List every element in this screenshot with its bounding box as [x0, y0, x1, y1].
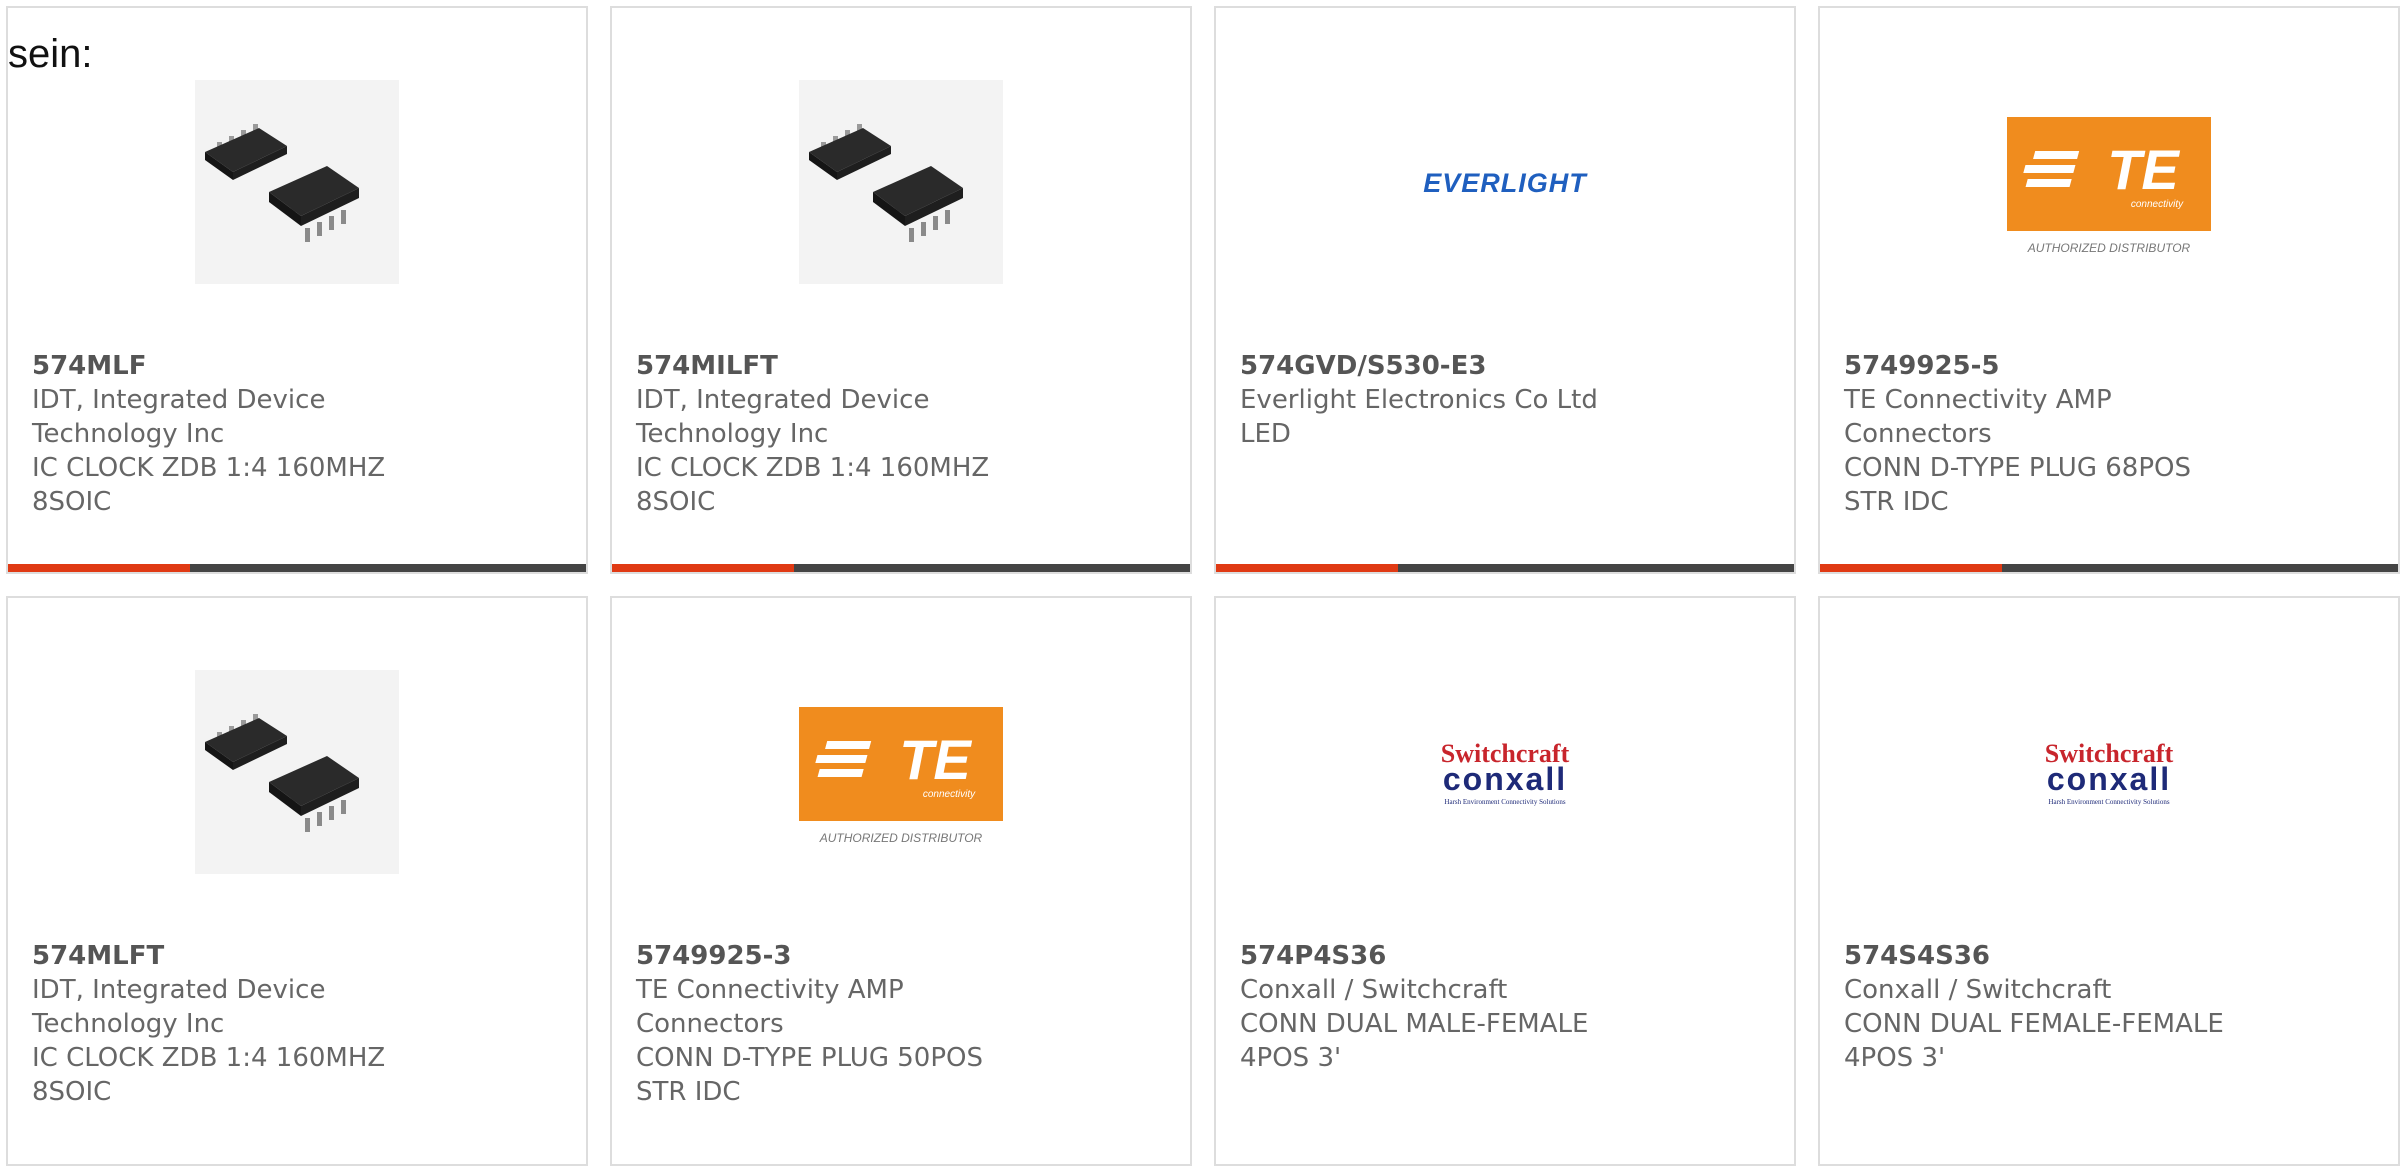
- svg-text:conxall: conxall: [2047, 761, 2171, 797]
- product-card[interactable]: 574MILFT IDT, Integrated Device Technolo…: [610, 6, 1192, 574]
- description: CONN DUAL FEMALE-FEMALE 4POS 3': [1844, 1009, 2224, 1073]
- page-label: sein:: [8, 32, 93, 76]
- product-card[interactable]: 574MLF IDT, Integrated Device Technology…: [6, 6, 588, 574]
- svg-text:conxall: conxall: [1443, 761, 1567, 797]
- svg-text:Harsh Environment Connectivity: Harsh Environment Connectivity Solutions: [2048, 798, 2169, 806]
- ic-chip-icon: [205, 714, 359, 832]
- svg-text:EVERLIGHT: EVERLIGHT: [1423, 168, 1588, 198]
- description: IC CLOCK ZDB 1:4 160MHZ 8SOIC: [636, 453, 990, 517]
- card-bottom-bar: [8, 564, 586, 572]
- svg-text:connectivity: connectivity: [923, 789, 976, 800]
- card-bottom-bar: [1216, 564, 1794, 572]
- svg-text:TE: TE: [2107, 138, 2180, 201]
- ic-chip-icon: [205, 124, 359, 242]
- product-image[interactable]: Switchcraft conxall Harsh Environment Co…: [2007, 670, 2211, 874]
- product-image[interactable]: EVERLIGHT: [1403, 80, 1607, 284]
- svg-text:connectivity: connectivity: [2131, 199, 2184, 210]
- part-number[interactable]: 574MLF: [32, 349, 566, 383]
- everlight-logo: EVERLIGHT: [1423, 168, 1588, 198]
- description: CONN DUAL MALE-FEMALE 4POS 3': [1240, 1009, 1589, 1073]
- part-number[interactable]: 574MLFT: [32, 939, 566, 973]
- manufacturer: Conxall / Switchcraft: [1844, 975, 2112, 1005]
- switchcraft-logo: Switchcraft conxall Harsh Environment Co…: [1441, 739, 1570, 806]
- product-card[interactable]: TE connectivity AUTHORIZED DISTRIBUTOR 5…: [1818, 6, 2400, 574]
- part-number[interactable]: 574MILFT: [636, 349, 1170, 383]
- product-image[interactable]: [799, 80, 1003, 284]
- product-card[interactable]: EVERLIGHT 574GVD/S530-E3 Everlight Elect…: [1214, 6, 1796, 574]
- product-image[interactable]: [195, 670, 399, 874]
- te-logo: TE connectivity AUTHORIZED DISTRIBUTOR: [799, 707, 1003, 845]
- description: CONN D-TYPE PLUG 50POS STR IDC: [636, 1043, 983, 1107]
- description: LED: [1240, 419, 1291, 449]
- product-card[interactable]: TE connectivity AUTHORIZED DISTRIBUTOR 5…: [610, 596, 1192, 1166]
- manufacturer: TE Connectivity AMP Connectors: [636, 975, 904, 1039]
- product-card[interactable]: 574MLFT IDT, Integrated Device Technolog…: [6, 596, 588, 1166]
- manufacturer: Conxall / Switchcraft: [1240, 975, 1508, 1005]
- part-number[interactable]: 574P4S36: [1240, 939, 1774, 973]
- card-bottom-bar: [1820, 564, 2398, 572]
- product-card[interactable]: Switchcraft conxall Harsh Environment Co…: [1214, 596, 1796, 1166]
- product-image[interactable]: TE connectivity AUTHORIZED DISTRIBUTOR: [799, 670, 1003, 874]
- svg-text:AUTHORIZED DISTRIBUTOR: AUTHORIZED DISTRIBUTOR: [2027, 241, 2191, 255]
- product-card[interactable]: Switchcraft conxall Harsh Environment Co…: [1818, 596, 2400, 1166]
- description: IC CLOCK ZDB 1:4 160MHZ 8SOIC: [32, 1043, 386, 1107]
- part-number[interactable]: 5749925-5: [1844, 349, 2378, 383]
- product-image[interactable]: TE connectivity AUTHORIZED DISTRIBUTOR: [2007, 80, 2211, 284]
- manufacturer: IDT, Integrated Device Technology Inc: [636, 385, 930, 449]
- part-number[interactable]: 574S4S36: [1844, 939, 2378, 973]
- ic-chip-icon: [809, 124, 963, 242]
- svg-text:AUTHORIZED DISTRIBUTOR: AUTHORIZED DISTRIBUTOR: [819, 831, 983, 845]
- part-number[interactable]: 5749925-3: [636, 939, 1170, 973]
- manufacturer: IDT, Integrated Device Technology Inc: [32, 385, 326, 449]
- svg-text:TE: TE: [899, 728, 972, 791]
- manufacturer: TE Connectivity AMP Connectors: [1844, 385, 2112, 449]
- description: CONN D-TYPE PLUG 68POS STR IDC: [1844, 453, 2191, 517]
- part-number[interactable]: 574GVD/S530-E3: [1240, 349, 1774, 383]
- manufacturer: IDT, Integrated Device Technology Inc: [32, 975, 326, 1039]
- switchcraft-logo: Switchcraft conxall Harsh Environment Co…: [2045, 739, 2174, 806]
- description: IC CLOCK ZDB 1:4 160MHZ 8SOIC: [32, 453, 386, 517]
- card-bottom-bar: [612, 564, 1190, 572]
- te-logo: TE connectivity AUTHORIZED DISTRIBUTOR: [2007, 117, 2211, 255]
- product-image[interactable]: Switchcraft conxall Harsh Environment Co…: [1403, 670, 1607, 874]
- product-image[interactable]: [195, 80, 399, 284]
- svg-text:Harsh Environment Connectivity: Harsh Environment Connectivity Solutions: [1444, 798, 1565, 806]
- manufacturer: Everlight Electronics Co Ltd: [1240, 385, 1598, 415]
